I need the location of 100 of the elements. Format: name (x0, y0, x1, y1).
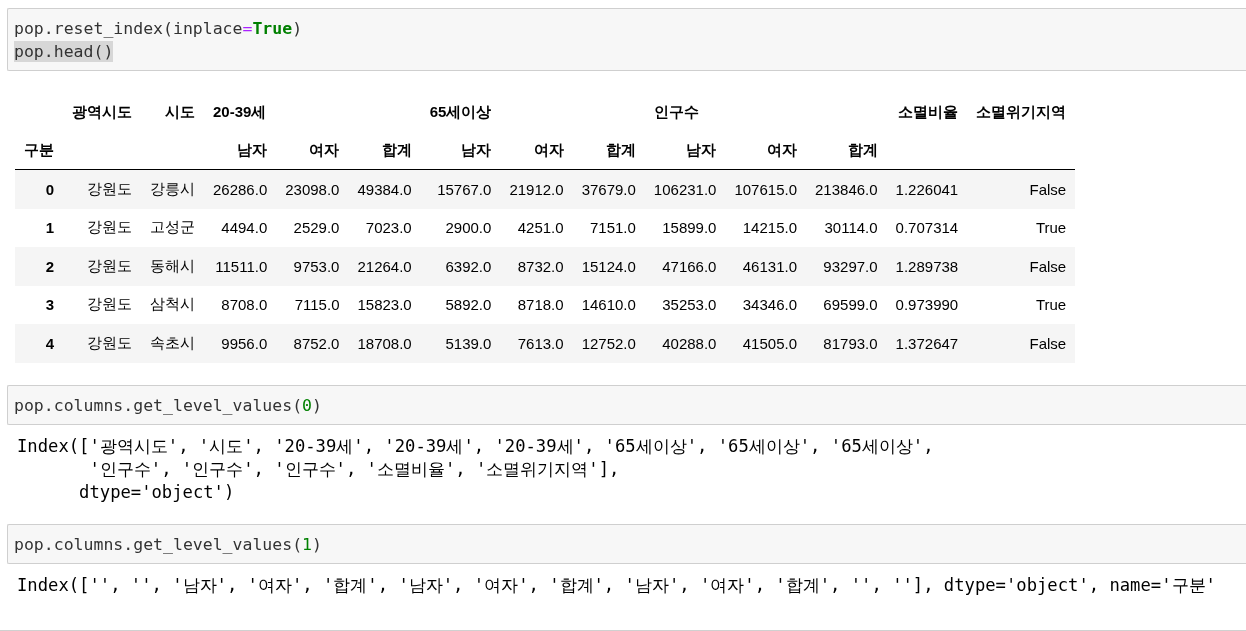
table-cell: 35253.0 (644, 285, 726, 324)
index-header: 구분 (15, 131, 63, 170)
table-cell: 69599.0 (806, 285, 887, 324)
table-cell: 7151.0 (572, 208, 645, 247)
table-cell: False (967, 247, 1076, 286)
code-text: 1 (302, 533, 313, 555)
table-cell: 49384.0 (348, 169, 421, 209)
table-cell: 6392.0 (420, 247, 501, 286)
table-cell: 8708.0 (204, 285, 277, 324)
table-cell: 8718.0 (500, 285, 573, 324)
row-index: 2 (15, 247, 63, 286)
code-text: pop.columns.get_level_values( (14, 533, 303, 555)
table-cell: 15767.0 (420, 169, 501, 209)
column-header: 합계 (806, 131, 887, 170)
table-cell: 고성군 (141, 208, 204, 247)
table-cell: 강원도 (63, 285, 141, 324)
table-cell: 81793.0 (806, 324, 887, 363)
column-header: 여자 (276, 131, 349, 170)
table-cell: 0.707314 (886, 208, 968, 247)
table-cell: 23098.0 (276, 169, 349, 209)
table-cell: 4251.0 (500, 208, 573, 247)
table-cell: 15823.0 (348, 285, 421, 324)
table-cell: True (967, 208, 1076, 247)
code-text: pop.reset_index(inplace (14, 18, 243, 39)
table-cell: 213846.0 (806, 169, 887, 209)
table-cell: 강릉시 (141, 169, 204, 209)
table-cell: 속초시 (141, 324, 204, 363)
code-cell[interactable]: pop.reset_index(inplace=True) pop.head() (7, 8, 1246, 71)
table-cell: 93297.0 (806, 247, 887, 286)
code-text: pop.head() (14, 41, 114, 62)
table-cell: 동해시 (141, 247, 204, 286)
column-header: 합계 (348, 131, 421, 170)
code-cell[interactable]: pop.columns.get_level_values(1) (7, 523, 1246, 564)
table-cell: 21264.0 (348, 247, 421, 286)
table-cell: 2529.0 (276, 208, 349, 247)
table-cell: 7613.0 (500, 324, 573, 363)
column-header: 소멸비율 (897, 101, 960, 122)
column-header: 소멸위기지역 (975, 101, 1068, 122)
table-cell: 30114.0 (806, 208, 887, 247)
output-text: Index(['', '', '남자', '여자', '합계', '남자', '여자', '합계', '남자', '여자', '합계', '', ''], dtype='object', name='구분' (17, 573, 1217, 597)
code-text: ) (292, 18, 303, 39)
code-text: True (252, 18, 293, 39)
table-cell: 18708.0 (348, 324, 421, 363)
column-header: 시도 (164, 101, 196, 122)
column-group-header: 20-39세 (213, 102, 267, 122)
code-text: = (242, 18, 253, 39)
table-cell: 15124.0 (572, 247, 645, 286)
table-cell: 1.372647 (886, 324, 968, 363)
table-cell: 46131.0 (725, 247, 806, 286)
table-cell: 강원도 (63, 247, 141, 286)
table-cell: 21912.0 (500, 169, 573, 209)
table-cell: 15899.0 (644, 208, 726, 247)
output-text: '인구수', '인구수', '인구수', '소멸비율', '소멸위기지역'], (88, 457, 621, 481)
column-header: 여자 (725, 131, 806, 170)
table-cell: 106231.0 (644, 169, 726, 209)
output-text: dtype='object') (78, 480, 236, 504)
table-cell: 37679.0 (572, 169, 645, 209)
code-cell[interactable]: pop.columns.get_level_values(0) (7, 384, 1246, 425)
table-cell: 9956.0 (204, 324, 277, 363)
table-cell: 1.226041 (886, 169, 968, 209)
table-cell: 강원도 (63, 208, 141, 247)
column-header: 광역시도 (71, 101, 133, 122)
code-text: pop.columns.get_level_values( (14, 394, 303, 416)
table-cell: 8752.0 (276, 324, 349, 363)
column-header: 여자 (500, 131, 573, 170)
column-group-header: 65세이상 (429, 102, 492, 122)
table-cell: 34346.0 (725, 285, 806, 324)
table-cell: 9753.0 (276, 247, 349, 286)
column-header: 남자 (420, 131, 501, 170)
column-group-header: 인구수 (653, 102, 699, 122)
table-cell: 2900.0 (420, 208, 501, 247)
table-cell: 12752.0 (572, 324, 645, 363)
row-index: 1 (15, 208, 63, 247)
column-header: 남자 (644, 131, 726, 170)
table-cell: 4494.0 (204, 208, 277, 247)
table-cell: False (967, 324, 1076, 363)
table-cell: 107615.0 (725, 169, 806, 209)
table-cell: True (967, 285, 1076, 324)
table-cell: 0.973990 (886, 285, 968, 324)
table-cell: 강원도 (63, 169, 141, 209)
table-cell: 26286.0 (204, 169, 277, 209)
table-cell: 8732.0 (500, 247, 573, 286)
table-cell: 11511.0 (204, 247, 277, 286)
table-cell: 14215.0 (725, 208, 806, 247)
table-cell: False (967, 169, 1076, 209)
code-text: ) (312, 394, 322, 416)
table-cell: 41505.0 (725, 324, 806, 363)
table-cell: 강원도 (63, 324, 141, 363)
output-text: Index(['광역시도', '시도', '20-39세', '20-39세', '20-39세', '65세이상', '65세이상', '65세이상', (17, 434, 935, 458)
table-cell: 47166.0 (644, 247, 726, 286)
column-header: 합계 (572, 131, 645, 170)
row-index: 3 (15, 285, 63, 324)
table-cell: 5139.0 (420, 324, 501, 363)
table-cell: 40288.0 (644, 324, 726, 363)
table-cell: 14610.0 (572, 285, 645, 324)
table-cell: 7115.0 (276, 285, 349, 324)
table-cell: 1.289738 (886, 247, 968, 286)
code-text: 0 (302, 394, 313, 416)
table-cell: 7023.0 (348, 208, 421, 247)
column-header: 남자 (204, 131, 277, 170)
